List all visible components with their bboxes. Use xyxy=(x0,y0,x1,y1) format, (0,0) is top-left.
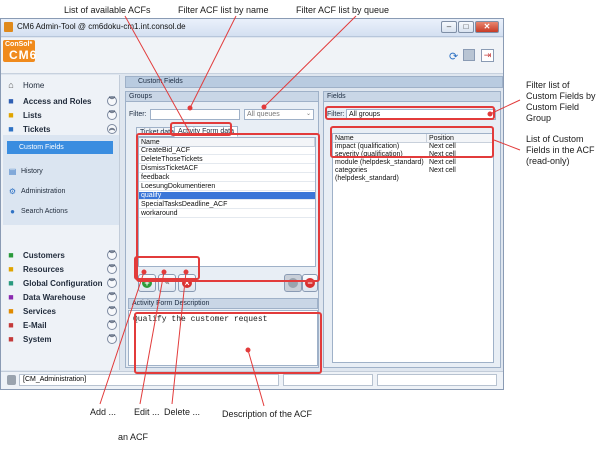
sidebar-sub-custom-fields[interactable]: Custom Fields xyxy=(7,141,113,154)
home-icon: ⌂ xyxy=(8,80,14,90)
callout-filter-name: Filter ACF list by name xyxy=(178,5,269,15)
app-icon xyxy=(4,22,13,32)
activity-tab-highlight xyxy=(170,122,232,136)
ticket-icon: ■ xyxy=(8,124,14,134)
action-buttons-highlight xyxy=(134,256,200,280)
search-actions-icon: ● xyxy=(10,207,15,216)
chevron-icon[interactable]: ︾ xyxy=(107,306,117,316)
field-name: module (helpdesk_standard) xyxy=(335,159,424,166)
chevron-icon[interactable]: ︾ xyxy=(107,110,117,120)
acf-name-filter-input[interactable] xyxy=(150,109,240,120)
window-title: CM6 Admin-Tool @ cm6doku-cm1.int.consol.… xyxy=(17,22,186,31)
sidebar-item-lists[interactable]: ■ Lists ︾ xyxy=(1,109,117,123)
custom-fields-list: Name Position impact (qualification) Next… xyxy=(332,133,494,363)
person-icon: ■ xyxy=(8,250,14,260)
fields-heading: Fields xyxy=(323,91,501,102)
callout-edit: Edit ... xyxy=(134,407,160,417)
groups-filter-label: Filter: xyxy=(129,111,147,118)
sidebar-sub-administration[interactable]: ⚙ Administration xyxy=(5,185,115,199)
chevron-icon[interactable]: ︾ xyxy=(107,264,117,274)
window-titlebar: CM6 Admin-Tool @ cm6doku-cm1.int.consol.… xyxy=(1,19,503,37)
sidebar-item-label: Services xyxy=(23,307,56,316)
sidebar-scrollbar[interactable] xyxy=(119,75,123,370)
administration-icon: ⚙ xyxy=(8,187,17,196)
refresh-icon[interactable]: ⟳ xyxy=(449,50,458,63)
chevron-icon[interactable]: ︾ xyxy=(107,334,117,344)
history-icon: ▤ xyxy=(8,167,17,176)
sidebar-item-label: Global Configuration xyxy=(23,279,103,288)
chevron-icon[interactable]: ︽ xyxy=(107,124,117,134)
close-button[interactable]: ✕ xyxy=(475,21,499,33)
callout-an-acf: an ACF xyxy=(118,432,149,442)
custom-fields-highlight xyxy=(330,126,494,158)
sidebar-item-data-warehouse[interactable]: ■ Data Warehouse ︾ xyxy=(1,291,117,305)
list-icon: ■ xyxy=(8,110,14,120)
logout-icon[interactable]: ⇥ xyxy=(481,49,494,62)
panel-title: Custom Fields xyxy=(125,76,503,88)
sidebar-sub-history[interactable]: ▤ History xyxy=(5,165,115,179)
field-name: categories (helpdesk_standard) xyxy=(335,167,399,182)
database-icon: ■ xyxy=(8,292,14,302)
app-header: ConSol* CM6 ⟳ ⇥ xyxy=(1,38,503,74)
chevron-icon[interactable]: ︾ xyxy=(107,278,117,288)
consol-logo: ConSol* CM6 xyxy=(3,40,38,62)
callout-delete: Delete ... xyxy=(164,407,201,417)
field-position: Next cell xyxy=(429,167,456,174)
chevron-down-icon: ⌄ xyxy=(305,111,311,117)
chevron-icon[interactable]: ︾ xyxy=(107,96,117,106)
resources-icon: ■ xyxy=(8,264,14,274)
sidebar-item-customers[interactable]: ■ Customers ︾ xyxy=(1,249,117,263)
sidebar: ⌂ Home ■ Access and Roles ︾ ■ Lists ︾ ■ Tickets… xyxy=(1,75,123,370)
table-row[interactable]: module (helpdesk_standard) Next cell xyxy=(333,159,493,167)
sidebar-item-label: Tickets xyxy=(23,125,51,134)
minimize-button[interactable]: – xyxy=(441,21,457,33)
table-row[interactable]: categories (helpdesk_standard) Next cell xyxy=(333,167,493,182)
callout-filter-custom-fields: Filter list of Custom Fields by Custom F… xyxy=(526,80,596,123)
gear-icon: ■ xyxy=(8,306,14,316)
chevron-icon[interactable]: ︾ xyxy=(107,320,117,330)
callout-filter-queue: Filter ACF list by queue xyxy=(296,5,390,15)
sidebar-item-label: Lists xyxy=(23,111,42,120)
sidebar-item-label: System xyxy=(23,335,52,344)
sidebar-item-system[interactable]: ■ System ︾ xyxy=(1,333,117,347)
callout-add: Add ... xyxy=(90,407,117,417)
sidebar-item-e-mail[interactable]: ■ E-Mail ︾ xyxy=(1,319,117,333)
tickets-subpanel: Custom Fields ▤ History ⚙ Administration… xyxy=(3,135,119,225)
field-position: Next cell xyxy=(429,159,456,166)
description-heading: Activity Form Description xyxy=(128,298,318,309)
mail-icon: ■ xyxy=(8,320,14,330)
groups-heading: Groups xyxy=(125,91,319,102)
sidebar-item-resources[interactable]: ■ Resources ︾ xyxy=(1,263,117,277)
globe-icon: ■ xyxy=(8,278,14,288)
sidebar-item-label: Resources xyxy=(23,265,64,274)
sidebar-item-label: Data Warehouse xyxy=(23,293,86,302)
sidebar-item-global-configuration[interactable]: ■ Global Configuration ︾ xyxy=(1,277,117,291)
queue-filter-select[interactable]: All queues ⌄ xyxy=(244,109,314,120)
callout-description: Description of the ACF xyxy=(222,409,313,419)
user-icon xyxy=(7,375,16,385)
field-group-filter-highlight xyxy=(325,106,495,120)
chevron-icon[interactable]: ︾ xyxy=(107,292,117,302)
callout-list-acfs: List of available ACFs xyxy=(64,5,151,15)
callout-list-custom-fields: List of Custom Fields in the ACF (read-o… xyxy=(526,134,595,166)
description-highlight xyxy=(134,312,322,374)
maximize-button[interactable]: □ xyxy=(458,21,474,33)
sidebar-item-label: Customers xyxy=(23,251,65,260)
sidebar-item-label: E-Mail xyxy=(23,321,47,330)
system-icon: ■ xyxy=(8,334,14,344)
status-field-3 xyxy=(377,374,497,386)
chevron-icon[interactable]: ︾ xyxy=(107,250,117,260)
heart-icon: ■ xyxy=(8,96,14,106)
sidebar-item-home[interactable]: ⌂ Home xyxy=(1,79,117,93)
sidebar-item-label: Access and Roles xyxy=(23,97,92,106)
sidebar-item-services[interactable]: ■ Services ︾ xyxy=(1,305,117,319)
sidebar-item-access-and-roles[interactable]: ■ Access and Roles ︾ xyxy=(1,95,117,109)
status-user: [CM_Administration] xyxy=(19,374,279,386)
status-field-2 xyxy=(283,374,373,386)
settings-icon[interactable] xyxy=(463,49,475,61)
sidebar-sub-search-actions[interactable]: ● Search Actions xyxy=(5,205,115,219)
